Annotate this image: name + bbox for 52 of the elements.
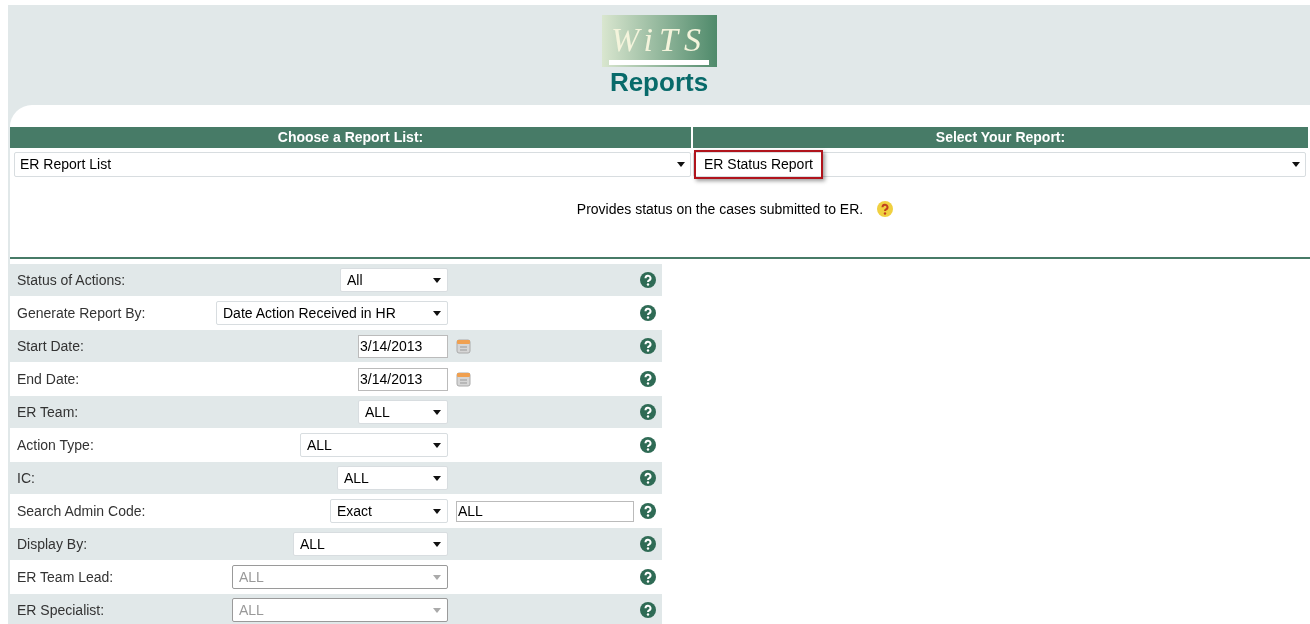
help-icon[interactable] [640, 272, 656, 288]
admin-code-field[interactable]: ALL [456, 500, 634, 522]
field-label: Display By: [16, 534, 89, 554]
help-icon[interactable] [640, 404, 656, 420]
help-icon[interactable] [640, 569, 656, 585]
date-field[interactable]: 3/14/2013 [358, 334, 448, 358]
caret-icon [433, 607, 441, 613]
caret-icon [1292, 162, 1300, 167]
caret-icon [433, 409, 441, 415]
help-icon[interactable] [640, 470, 656, 486]
caret-icon [433, 574, 441, 580]
field-label: ER Specialist: [16, 600, 106, 620]
field-label: ER Team: [16, 402, 80, 422]
report-description: Provides status on the cases submitted to ER. [576, 199, 864, 219]
column-header: Choose a Report List: [10, 127, 691, 148]
dropdown[interactable]: ALL [300, 433, 448, 457]
dropdown[interactable]: ALL [358, 400, 448, 424]
field-label: Action Type: [16, 435, 95, 455]
dropdown[interactable]: Exact [330, 499, 448, 523]
page-title: Reports [609, 67, 709, 97]
field-label: ER Team Lead: [16, 567, 115, 587]
help-icon[interactable] [877, 201, 894, 217]
dropdown[interactable]: All [340, 268, 448, 292]
field-label: IC: [16, 468, 36, 488]
field-label: Status of Actions: [16, 270, 127, 290]
caret-icon [677, 162, 685, 167]
caret-icon [433, 475, 441, 481]
dropdown[interactable]: Date Action Received in HR [216, 301, 448, 325]
field-label: Search Admin Code: [16, 501, 147, 521]
help-icon[interactable] [640, 602, 656, 618]
dropdown[interactable]: ALL [337, 466, 448, 490]
help-icon[interactable] [640, 503, 656, 519]
caret-icon [433, 277, 441, 283]
field-label: Start Date: [16, 336, 85, 356]
caret-icon [433, 310, 441, 316]
date-field[interactable]: 3/14/2013 [358, 367, 448, 391]
field-label: End Date: [16, 369, 81, 389]
help-icon[interactable] [640, 437, 656, 453]
report-dropdown[interactable]: ER Status Report [693, 152, 1306, 177]
column-header: Select Your Report: [693, 127, 1308, 148]
help-icon[interactable] [640, 536, 656, 552]
caret-icon [433, 442, 441, 448]
field-label: Generate Report By: [16, 303, 147, 323]
help-icon[interactable] [640, 338, 656, 354]
help-icon[interactable] [640, 305, 656, 321]
dropdown[interactable]: ALL [293, 532, 448, 556]
highlighted-value: ER Status Report [694, 150, 823, 179]
report-list-dropdown[interactable]: ER Report List [14, 152, 691, 177]
caret-icon [433, 541, 441, 547]
caret-icon [433, 508, 441, 514]
logo: WiTS [601, 15, 717, 67]
help-icon[interactable] [640, 371, 656, 387]
